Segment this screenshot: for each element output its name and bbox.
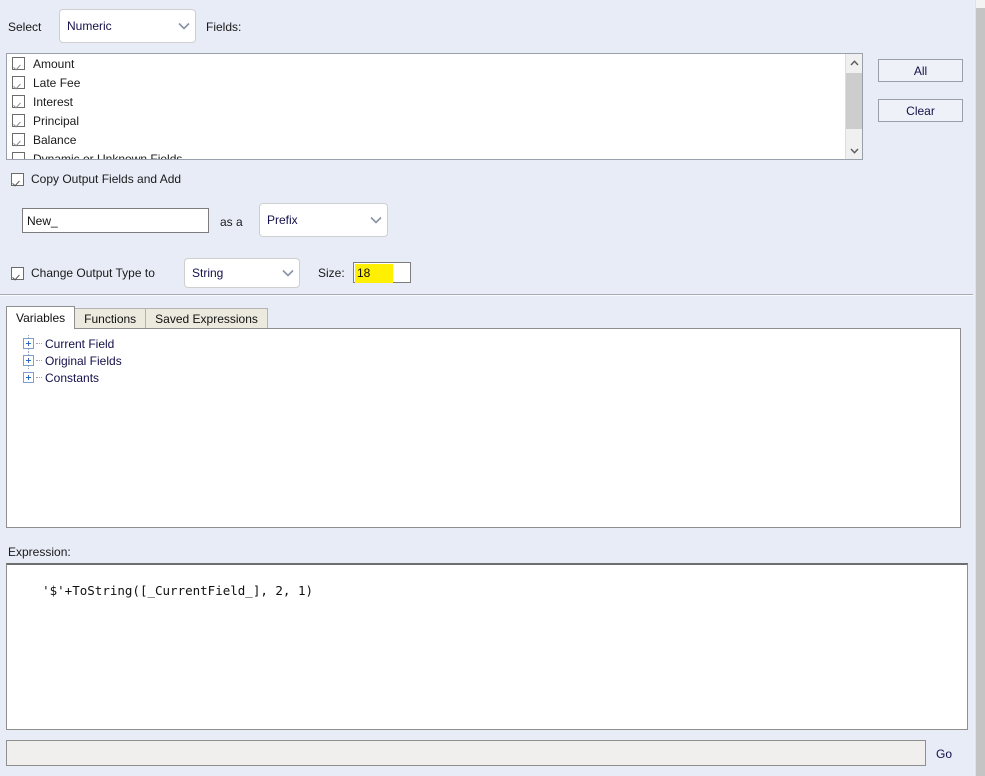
chevron-down-icon [365,216,387,224]
select-all-button[interactable]: All [878,59,963,82]
tab-variables-label: Variables [16,311,66,325]
tab-variables[interactable]: Variables [6,306,76,329]
field-list-item[interactable]: Interest [7,92,862,111]
field-label: Late Fee [33,75,81,90]
window-scrollbar[interactable] [975,0,985,776]
expand-plus-icon[interactable] [23,355,34,366]
select-label: Select [8,20,42,34]
affix-text-value: New_ [27,213,58,228]
size-input[interactable]: 18 [353,262,411,283]
field-list-scrollbar[interactable] [845,54,862,159]
field-label: Principal [33,113,80,128]
tree-connector-dot [36,360,42,361]
field-list-item[interactable]: Principal [7,111,862,130]
expression-label: Expression: [8,545,71,559]
expand-plus-icon[interactable] [23,338,34,349]
tree-node-label: Original Fields [45,353,122,368]
clear-button[interactable]: Clear [878,99,963,122]
scroll-up-icon[interactable] [846,54,862,71]
tab-saved-expressions[interactable]: Saved Expressions [145,308,268,329]
tree-node-label: Current Field [45,336,115,351]
chevron-down-icon [277,269,299,277]
go-button[interactable]: Go [936,747,952,761]
window-scrollbar-thumb[interactable] [976,8,985,776]
field-type-select[interactable]: Numeric [59,9,196,43]
chevron-down-icon [173,22,195,30]
size-input-value: 18 [357,265,371,280]
tree-connector-dot [36,377,42,378]
output-type-value: String [192,266,224,280]
field-list[interactable]: Amount Late Fee Interest Principal Balan… [6,53,863,160]
field-label: Interest [33,94,74,109]
field-list-scrollbar-thumb[interactable] [846,73,862,129]
expression-input[interactable]: '$'+ToString([_CurrentField_], 2, 1) [6,563,968,730]
field-label: Dynamic or Unknown Fields [33,151,183,160]
variables-tree[interactable]: Current Field Original Fields Constants [6,328,961,528]
clear-label: Clear [906,103,935,118]
field-checkbox[interactable] [12,152,25,159]
field-list-item[interactable]: Balance [7,130,862,149]
copy-output-fields-checkbox[interactable] [11,172,24,186]
affix-mode-value: Prefix [267,213,298,227]
field-type-select-value: Numeric [67,19,112,33]
expand-plus-icon[interactable] [23,372,34,383]
field-checkbox[interactable] [12,133,25,146]
select-all-label: All [913,63,928,78]
expression-editor-panel: Select Numeric Fields: Amount Late Fee I… [0,0,985,776]
field-list-item[interactable]: Dynamic or Unknown Fields [7,149,862,160]
fields-label: Fields: [206,20,242,34]
tab-saved-expressions-label: Saved Expressions [155,312,258,326]
field-checkbox[interactable] [12,76,25,89]
change-output-type-label: Change Output Type to [31,266,155,280]
change-output-type-checkbox-row[interactable]: Change Output Type to [11,266,155,280]
tree-connector-dot [36,343,42,344]
tab-functions-label: Functions [84,312,137,326]
section-divider-highlight [0,295,985,296]
expression-text: '$'+ToString([_CurrentField_], 2, 1) [42,583,314,598]
as-a-label: as a [220,215,243,229]
copy-output-fields-label: Copy Output Fields and Add [31,172,182,186]
field-label: Amount [33,56,75,71]
scroll-down-icon[interactable] [846,142,862,159]
field-checkbox[interactable] [12,95,25,108]
variables-tabstrip[interactable]: Variables Functions Saved Expressions [6,306,268,329]
tree-node-constants[interactable]: Constants [7,369,960,386]
field-list-item[interactable]: Amount [7,54,862,73]
go-button-label: Go [936,747,953,761]
tree-node-label: Constants [45,370,100,385]
tree-node-original-fields[interactable]: Original Fields [7,352,960,369]
field-list-item[interactable]: Late Fee [7,73,862,92]
tab-functions[interactable]: Functions [74,308,147,329]
field-checkbox[interactable] [12,57,25,70]
change-output-type-checkbox[interactable] [11,266,24,280]
affix-text-input[interactable]: New_ [22,208,209,233]
field-label: Balance [33,132,77,147]
size-label: Size: [318,266,345,280]
copy-output-fields-checkbox-row[interactable]: Copy Output Fields and Add [11,172,181,186]
affix-mode-select[interactable]: Prefix [259,203,388,237]
field-checkbox[interactable] [12,114,25,127]
output-type-select[interactable]: String [184,258,300,288]
status-input[interactable] [6,740,926,766]
tree-node-current-field[interactable]: Current Field [7,335,960,352]
